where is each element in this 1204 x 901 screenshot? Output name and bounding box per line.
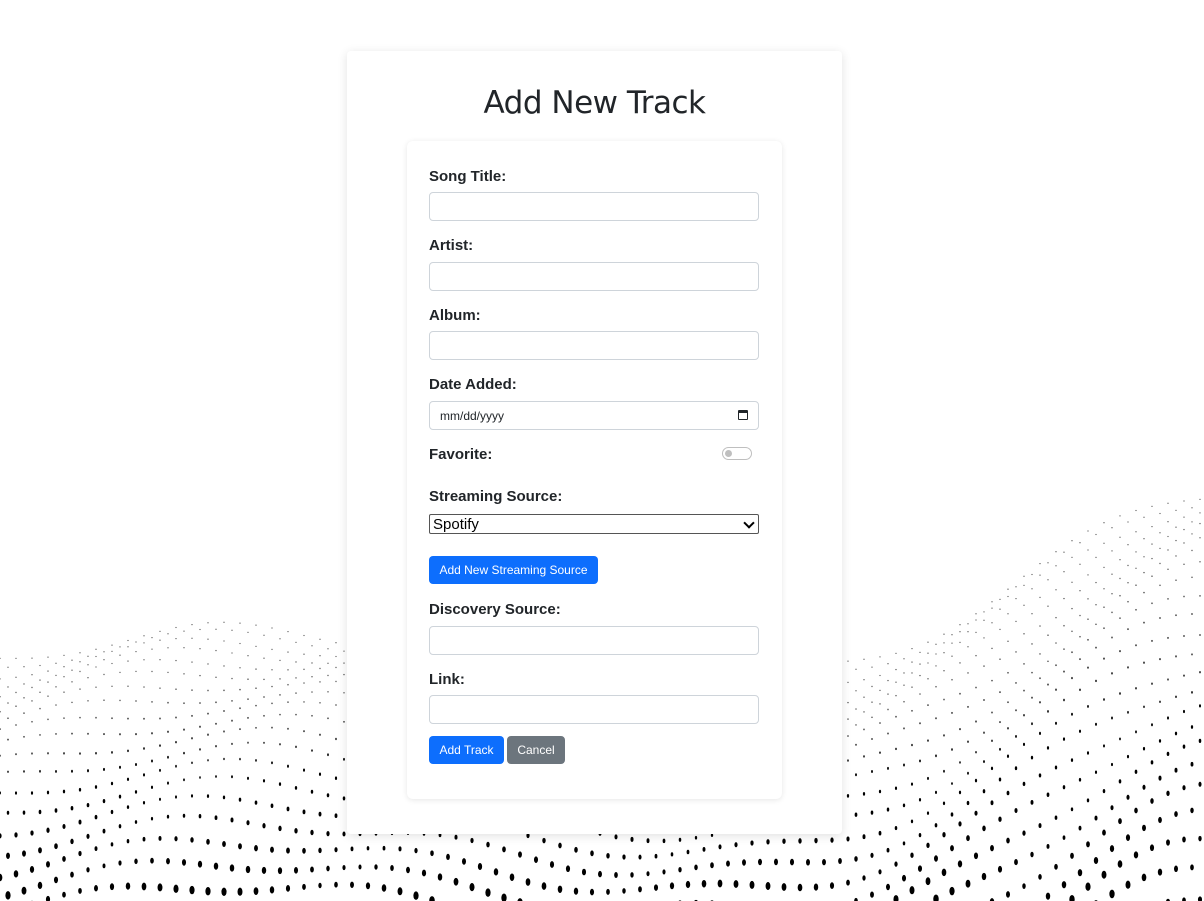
streaming-source-select[interactable]: Spotify <box>429 514 759 534</box>
artist-input[interactable] <box>429 262 759 291</box>
date-added-label: Date Added: <box>429 376 517 393</box>
track-form: Song Title: Artist: Album: Date Added: m… <box>407 141 782 799</box>
streaming-source-selected: Spotify <box>433 516 479 533</box>
favorite-toggle[interactable] <box>722 447 752 460</box>
calendar-icon[interactable] <box>738 410 748 420</box>
discovery-source-label: Discovery Source: <box>429 601 561 618</box>
cancel-button[interactable]: Cancel <box>507 736 565 764</box>
link-label: Link: <box>429 671 465 688</box>
song-title-label: Song Title: <box>429 168 507 185</box>
toggle-knob <box>725 450 732 457</box>
streaming-source-label: Streaming Source: <box>429 488 563 505</box>
page-title: Add New Track <box>483 85 706 121</box>
album-label: Album: <box>429 307 481 324</box>
add-streaming-source-button[interactable]: Add New Streaming Source <box>429 556 598 584</box>
link-input[interactable] <box>429 695 759 724</box>
discovery-source-input[interactable] <box>429 626 759 655</box>
artist-label: Artist: <box>429 237 474 254</box>
add-track-panel: Add New Track Song Title: Artist: Album:… <box>347 51 842 834</box>
chevron-down-icon <box>743 517 755 529</box>
song-title-input[interactable] <box>429 192 759 221</box>
add-track-button[interactable]: Add Track <box>429 736 504 764</box>
favorite-label: Favorite: <box>429 446 493 463</box>
date-added-input[interactable]: mm/dd/yyyy <box>429 401 759 430</box>
album-input[interactable] <box>429 331 759 360</box>
date-added-placeholder: mm/dd/yyyy <box>440 409 505 423</box>
